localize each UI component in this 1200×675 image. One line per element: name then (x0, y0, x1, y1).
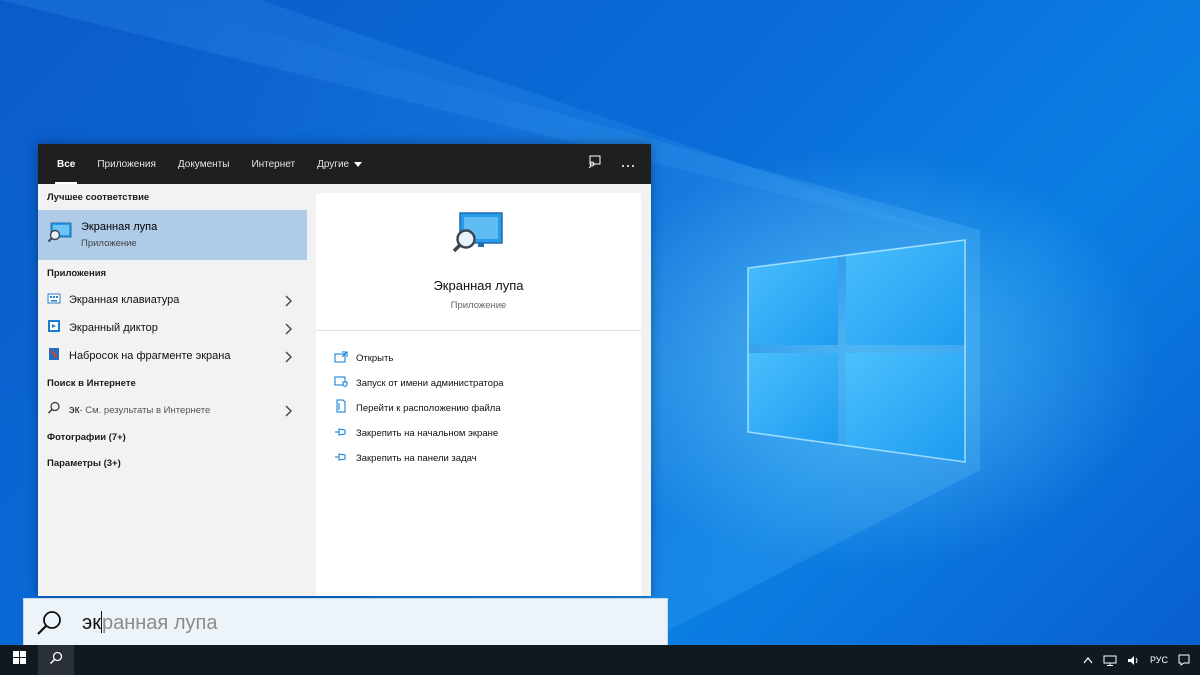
results-list: Лучшее соответствие Экранная лупа Прилож… (38, 184, 307, 596)
tab-label: Интернет (251, 158, 296, 170)
apps-heading: Приложения (47, 267, 107, 279)
preview-pane: Экранная лупа Приложение Открыть Запуск … (316, 193, 641, 596)
chevron-right-icon[interactable] (284, 404, 292, 422)
pin-to-taskbar-action[interactable]: Закрепить на панели задач (316, 446, 641, 471)
search-input[interactable]: экранная лупа (23, 598, 668, 648)
pin-icon (334, 425, 348, 443)
open-action[interactable]: Открыть (316, 346, 641, 371)
web-search-heading: Поиск в Интернете (47, 377, 136, 389)
tab-other-dropdown[interactable]: Другие (306, 144, 373, 184)
file-location-icon (334, 399, 348, 418)
taskbar-search-button[interactable] (38, 645, 74, 675)
taskbar: РУС (0, 645, 1200, 675)
app-result-on-screen-keyboard[interactable]: Экранная клавиатура (38, 286, 307, 314)
pin-to-start-action[interactable]: Закрепить на начальном экране (316, 421, 641, 446)
tab-all[interactable]: Все (46, 144, 86, 184)
search-icon (49, 651, 63, 670)
photos-category[interactable]: Фотографии (7+) (38, 424, 307, 450)
settings-category[interactable]: Параметры (3+) (38, 450, 307, 476)
best-match-name: Экранная лупа (81, 221, 158, 233)
action-label: Закрепить на начальном экране (356, 428, 499, 439)
app-result-label: Набросок на фрагменте экрана (69, 350, 231, 362)
run-as-admin-action[interactable]: Запуск от имени администратора (316, 371, 641, 396)
chevron-right-icon[interactable] (284, 322, 292, 340)
snip-sketch-icon (47, 347, 61, 366)
preview-actions: Открыть Запуск от имени администратора П… (316, 331, 641, 471)
volume-icon[interactable] (1127, 655, 1140, 666)
on-screen-keyboard-icon (47, 291, 61, 310)
preview-app-type: Приложение (450, 300, 507, 311)
magnifier-app-icon (452, 211, 506, 262)
chevron-right-icon[interactable] (284, 350, 292, 368)
feedback-icon[interactable] (587, 155, 601, 174)
tab-label: Приложения (97, 158, 156, 170)
web-query: эк (69, 404, 80, 416)
tab-apps[interactable]: Приложения (86, 144, 167, 184)
more-options-icon[interactable] (621, 155, 635, 173)
windows-logo-icon (12, 651, 26, 669)
admin-shield-icon (334, 375, 348, 393)
search-icon (47, 401, 61, 420)
app-result-label: Экранная клавиатура (69, 294, 180, 306)
notifications-icon[interactable] (1178, 654, 1190, 666)
magnifier-app-icon (47, 221, 73, 250)
tab-documents[interactable]: Документы (167, 144, 241, 184)
system-tray: РУС (1083, 645, 1190, 675)
app-result-label: Экранный диктор (69, 322, 158, 334)
open-icon (334, 350, 348, 368)
search-panel: Все Приложения Документы Интернет Другие… (38, 144, 651, 596)
app-result-narrator[interactable]: Экранный диктор (38, 314, 307, 342)
app-result-snip-sketch[interactable]: Набросок на фрагменте экрана (38, 342, 307, 370)
start-button[interactable] (0, 645, 38, 675)
best-match-type: Приложение (81, 238, 137, 249)
action-label: Перейти к расположению файла (356, 403, 501, 414)
tab-label: Другие (317, 158, 350, 170)
best-match-item[interactable]: Экранная лупа Приложение (38, 210, 307, 260)
tab-internet[interactable]: Интернет (240, 144, 306, 184)
open-file-location-action[interactable]: Перейти к расположению файла (316, 396, 641, 421)
chevron-right-icon[interactable] (284, 294, 292, 312)
pin-icon (334, 450, 348, 468)
search-filter-bar: Все Приложения Документы Интернет Другие (38, 144, 651, 184)
search-autocomplete: ранная лупа (101, 612, 218, 634)
action-label: Открыть (356, 353, 394, 364)
preview-app-name: Экранная лупа (433, 278, 524, 293)
web-hint: - См. результаты в Интернете (79, 404, 211, 416)
search-query: эк (82, 612, 101, 634)
search-typed-text: экранная лупа (82, 611, 217, 635)
tab-label: Документы (177, 158, 230, 170)
language-indicator[interactable]: РУС (1150, 655, 1168, 665)
search-icon (36, 609, 64, 637)
web-search-result[interactable]: эк - См. результаты в Интернете (38, 396, 307, 424)
best-match-heading: Лучшее соответствие (47, 191, 150, 203)
network-icon[interactable] (1103, 655, 1117, 666)
tab-label: Все (57, 158, 76, 170)
chevron-up-icon[interactable] (1083, 656, 1093, 664)
narrator-icon (47, 319, 61, 338)
action-label: Закрепить на панели задач (356, 453, 477, 464)
chevron-down-icon (354, 161, 363, 167)
action-label: Запуск от имени администратора (356, 378, 504, 389)
